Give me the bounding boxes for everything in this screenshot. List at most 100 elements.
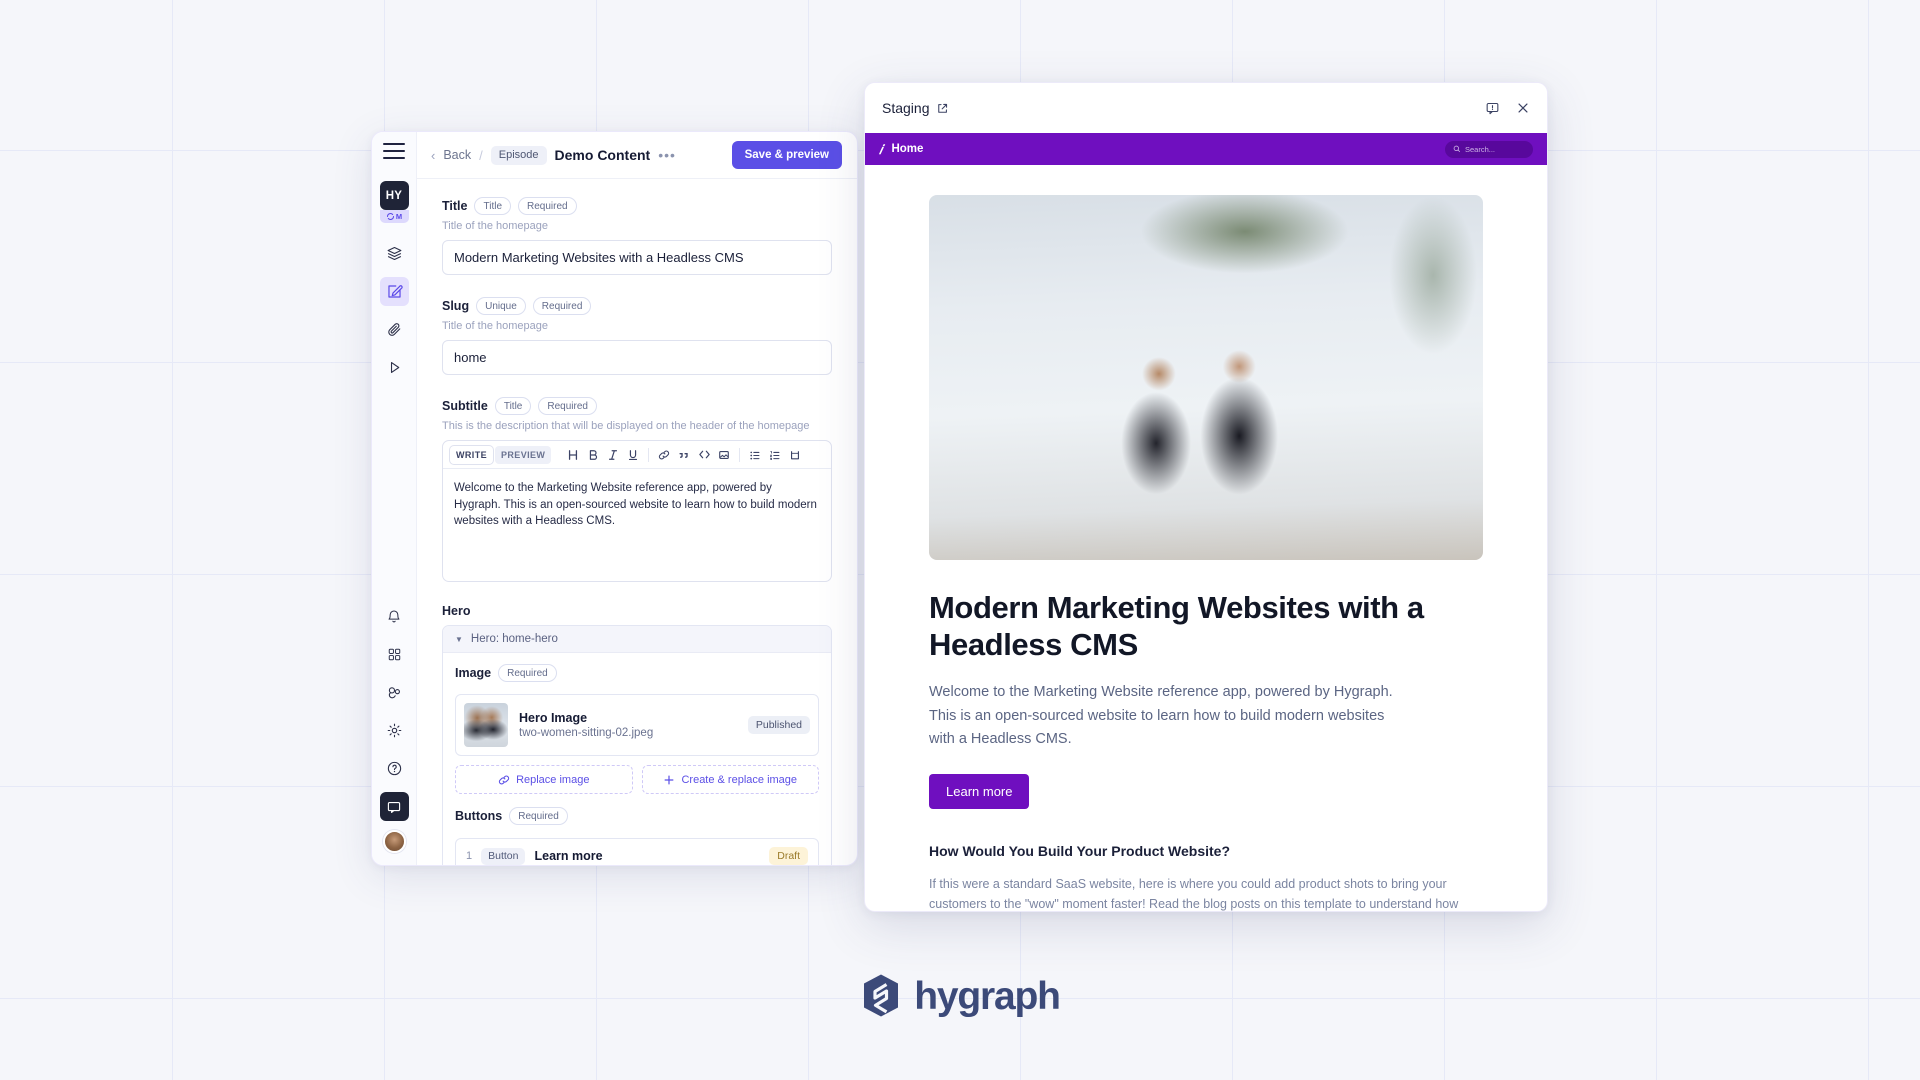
- slug-input[interactable]: home: [442, 340, 832, 375]
- content-edit-icon: [387, 285, 403, 298]
- sidebar-item-apps[interactable]: [380, 640, 409, 669]
- sidebar-item-assets[interactable]: [380, 315, 409, 344]
- create-replace-image-label: Create & replace image: [681, 773, 798, 786]
- brand-footer: hygraph: [0, 973, 1920, 1019]
- field-required-pill: Required: [532, 297, 592, 315]
- editor-sidebar: HY M: [372, 132, 417, 865]
- replace-image-button[interactable]: Replace image: [455, 765, 633, 794]
- row-name: Learn more: [534, 849, 603, 863]
- heading-icon[interactable]: [564, 446, 582, 464]
- schema-icon: [387, 246, 401, 261]
- breadcrumb-separator: /: [479, 147, 483, 163]
- sidebar-item-webhooks[interactable]: [380, 678, 409, 707]
- asset-row[interactable]: Hero Image two-women-sitting-02.jpeg Pub…: [455, 694, 819, 756]
- field-subtitle-header: Subtitle Title Required: [442, 397, 832, 415]
- sidebar-item-feedback[interactable]: [379, 792, 409, 821]
- learn-more-button[interactable]: Learn more: [929, 773, 1030, 809]
- sidebar-item-notifications[interactable]: [380, 602, 409, 631]
- tab-write[interactable]: WRITE: [450, 445, 493, 464]
- bold-icon[interactable]: [584, 446, 602, 464]
- numbered-list-icon[interactable]: [766, 446, 784, 464]
- field-label: Image: [455, 666, 492, 680]
- rich-text-body[interactable]: Welcome to the Marketing Website referen…: [443, 469, 831, 581]
- back-link[interactable]: Back: [443, 148, 471, 162]
- sidebar-item-help[interactable]: [380, 754, 409, 783]
- field-type-pill: Title: [474, 197, 512, 215]
- hero-component-header[interactable]: ▼ Hero: home-hero: [443, 626, 831, 653]
- hero-heading: Modern Marketing Websites with a Headles…: [929, 590, 1424, 662]
- assets-icon: [387, 323, 400, 336]
- project-initials-badge[interactable]: HY: [379, 181, 409, 210]
- sidebar-item-content[interactable]: [379, 277, 409, 306]
- field-title-header: Title Title Required: [442, 197, 832, 215]
- sidebar-item-playground[interactable]: [380, 353, 409, 382]
- section-body: If this were a standard SaaS website, he…: [929, 876, 1459, 911]
- save-and-preview-button[interactable]: Save & preview: [731, 141, 842, 169]
- create-replace-image-button[interactable]: Create & replace image: [641, 765, 819, 794]
- hamburger-menu-icon[interactable]: [383, 143, 405, 159]
- avatar[interactable]: [382, 830, 406, 853]
- preview-content: Modern Marketing Websites with a Headles…: [865, 165, 1547, 911]
- subtitle-value: Welcome to the Marketing Website referen…: [454, 482, 817, 528]
- search-input[interactable]: Search...: [1445, 140, 1533, 158]
- preview-titlebar: Staging: [865, 83, 1547, 133]
- content-editor-window: HY M ‹ Back / Episode Demo Content ••• S…: [371, 131, 858, 866]
- field-required-pill: Required: [509, 807, 568, 825]
- hygraph-logo-icon: [860, 973, 902, 1019]
- comment-icon[interactable]: [1485, 101, 1500, 116]
- breadcrumb-model-chip[interactable]: Episode: [490, 145, 547, 165]
- page-title: Demo Content: [554, 147, 651, 163]
- underline-icon[interactable]: [624, 446, 642, 464]
- toolbar-divider: [648, 447, 650, 462]
- bullet-list-icon[interactable]: [746, 446, 764, 464]
- sidebar-item-settings[interactable]: [380, 716, 409, 745]
- hero-component-body: Image Required Hero Image two-women-sitt…: [443, 653, 831, 865]
- asset-thumbnail: [464, 703, 508, 747]
- apps-grid-icon: [388, 648, 400, 661]
- row-index: 1: [466, 850, 473, 862]
- image-icon[interactable]: [715, 446, 733, 464]
- title-input[interactable]: Modern Marketing Websites with a Headles…: [442, 240, 832, 275]
- external-link-icon[interactable]: [936, 102, 949, 115]
- field-required-pill: Required: [518, 197, 577, 215]
- back-chevron-icon[interactable]: ‹: [431, 149, 435, 162]
- rich-text-editor: WRITE PREVIEW Welcome to the Marketing W…: [442, 440, 832, 582]
- link-icon[interactable]: [655, 446, 673, 464]
- list-item[interactable]: 1 Button Learn more Draft: [455, 838, 819, 865]
- hero-section-label: Hero: [442, 604, 471, 618]
- close-icon[interactable]: [1516, 101, 1530, 115]
- table-icon[interactable]: [786, 446, 804, 464]
- editor-form: Title Title Required Title of the homepa…: [417, 179, 857, 865]
- field-unique-pill: Unique: [476, 297, 526, 315]
- sidebar-item-schema[interactable]: [380, 239, 409, 268]
- hero-paragraph: Welcome to the Marketing Website referen…: [929, 684, 1393, 748]
- play-icon: [390, 362, 399, 373]
- italic-icon[interactable]: [604, 446, 622, 464]
- preview-title: Staging: [882, 100, 930, 116]
- quote-icon[interactable]: [675, 446, 693, 464]
- search-icon: [1453, 145, 1460, 152]
- preview-window: Staging 𝑖 Home Search... Modern Marketin…: [864, 82, 1548, 912]
- status-badge: Draft: [769, 847, 808, 865]
- field-label: Slug: [442, 299, 470, 313]
- toolbar-divider: [739, 447, 741, 462]
- chevron-down-icon[interactable]: ▼: [455, 635, 463, 644]
- buttons-field-header: Buttons Required: [455, 807, 819, 825]
- asset-meta: Hero Image two-women-sitting-02.jpeg: [519, 711, 653, 739]
- code-icon[interactable]: [695, 446, 713, 464]
- more-options-icon[interactable]: •••: [658, 147, 676, 162]
- nav-item-home[interactable]: Home: [891, 143, 923, 155]
- field-slug-header: Slug Unique Required: [442, 297, 832, 315]
- search-placeholder: Search...: [1465, 144, 1496, 154]
- hero-component: ▼ Hero: home-hero Image Required Hero Im…: [442, 625, 832, 865]
- webhooks-icon: [388, 687, 400, 699]
- section-heading: How Would You Build Your Product Website…: [929, 842, 1230, 859]
- tab-preview[interactable]: PREVIEW: [495, 445, 552, 464]
- gear-icon: [387, 723, 401, 738]
- hygraph-mark-icon[interactable]: 𝑖: [879, 143, 882, 156]
- hero-component-title: Hero: home-hero: [470, 633, 558, 645]
- field-label: Buttons: [455, 809, 503, 823]
- project-environment-badge[interactable]: M: [379, 210, 409, 223]
- plus-icon: [665, 775, 674, 784]
- row-type-chip: Button: [481, 847, 526, 865]
